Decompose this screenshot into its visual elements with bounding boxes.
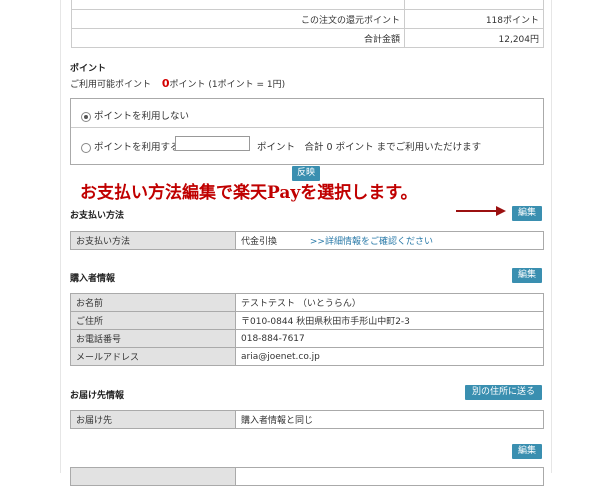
next-table-partial (70, 467, 544, 486)
purchaser-label: お電話番号 (70, 329, 236, 348)
payment-section-title: お支払い方法 (70, 211, 125, 221)
next-table-label (70, 467, 236, 486)
delivery-value: 購入者情報と同じ (235, 410, 544, 429)
points-section-title: ポイント (70, 64, 107, 74)
purchaser-value: 〒010-0844 秋田県秋田市手形山中町2-3 (235, 311, 544, 330)
purchaser-label: ご住所 (70, 311, 236, 330)
radio-unselected-icon[interactable] (81, 142, 91, 153)
table-row: メールアドレス aria@joenet.co.jp (70, 347, 544, 366)
summary-label: 合計金額 (71, 28, 405, 48)
option-use-points[interactable]: ポイントを利用する (81, 139, 180, 153)
purchaser-section-title: 購入者情報 (70, 274, 116, 284)
purchaser-label: お名前 (70, 293, 236, 312)
table-row: お支払い方法 代金引換 >>詳細情報をご確認ください (70, 231, 544, 250)
payment-details-link[interactable]: >>詳細情報をご確認ください (310, 237, 433, 247)
payment-edit-button[interactable]: 編集 (512, 206, 542, 221)
available-points-line: ご利用可能ポイント 0ポイント (1ポイント = 1円) (70, 77, 285, 90)
delivery-label: お届け先 (70, 410, 236, 429)
payment-table: お支払い方法 代金引換 >>詳細情報をご確認ください (70, 231, 544, 250)
table-row (71, 0, 544, 10)
table-row: 合計金額 12,204円 (71, 28, 544, 48)
divider (71, 127, 543, 128)
summary-empty-label (71, 0, 405, 10)
available-points-label: ご利用可能ポイント (70, 80, 152, 90)
payment-label: お支払い方法 (70, 231, 236, 250)
option-no-points-label: ポイントを利用しない (94, 111, 190, 122)
table-row: お名前 テストテスト （いとうらん） (70, 293, 544, 312)
summary-empty-value (404, 0, 544, 10)
option-use-points-label: ポイントを利用する (94, 142, 180, 153)
table-row (70, 467, 544, 486)
purchaser-table: お名前 テストテスト （いとうらん） ご住所 〒010-0844 秋田県秋田市手… (70, 293, 544, 366)
payment-value: 代金引換 (241, 237, 278, 247)
annotation-arrow-icon (456, 206, 506, 216)
delivery-edit-button[interactable]: 編集 (512, 444, 542, 459)
annotation-text: お支払い方法編集で楽天Payを選択します。 (80, 183, 418, 203)
purchaser-value: テストテスト （いとうらん） (235, 293, 544, 312)
points-use-note: ポイント 合計 0 ポイント までご利用いただけます (257, 142, 482, 153)
table-row: お電話番号 018-884-7617 (70, 329, 544, 348)
summary-value: 118ポイント (404, 9, 544, 29)
other-address-button[interactable]: 別の住所に送る (465, 385, 542, 400)
radio-selected-icon[interactable] (81, 111, 91, 122)
purchaser-value: aria@joenet.co.jp (235, 347, 544, 366)
option-no-points[interactable]: ポイントを利用しない (81, 108, 189, 122)
summary-label: この注文の還元ポイント (71, 9, 405, 29)
points-options-box: ポイントを利用しない ポイントを利用する ポイント 合計 0 ポイント までご利… (70, 98, 544, 165)
points-amount-input[interactable] (175, 136, 250, 151)
table-row: お届け先 購入者情報と同じ (70, 410, 544, 429)
payment-value-cell: 代金引換 >>詳細情報をご確認ください (235, 231, 544, 250)
purchaser-value: 018-884-7617 (235, 329, 544, 348)
purchaser-edit-button[interactable]: 編集 (512, 268, 542, 283)
summary-value: 12,204円 (404, 28, 544, 48)
table-row: ご住所 〒010-0844 秋田県秋田市手形山中町2-3 (70, 311, 544, 330)
delivery-section-title: お届け先情報 (70, 391, 125, 401)
next-table-value (235, 467, 544, 486)
available-points-value: 0 (161, 77, 170, 90)
delivery-table: お届け先 購入者情報と同じ (70, 410, 544, 429)
available-points-suffix: ポイント (1ポイント = 1円) (169, 80, 286, 90)
order-summary-table: この注文の還元ポイント 118ポイント 合計金額 12,204円 (71, 0, 544, 48)
purchaser-label: メールアドレス (70, 347, 236, 366)
table-row: この注文の還元ポイント 118ポイント (71, 9, 544, 29)
checkout-page: この注文の還元ポイント 118ポイント 合計金額 12,204円 ポイント ご利… (60, 0, 552, 486)
